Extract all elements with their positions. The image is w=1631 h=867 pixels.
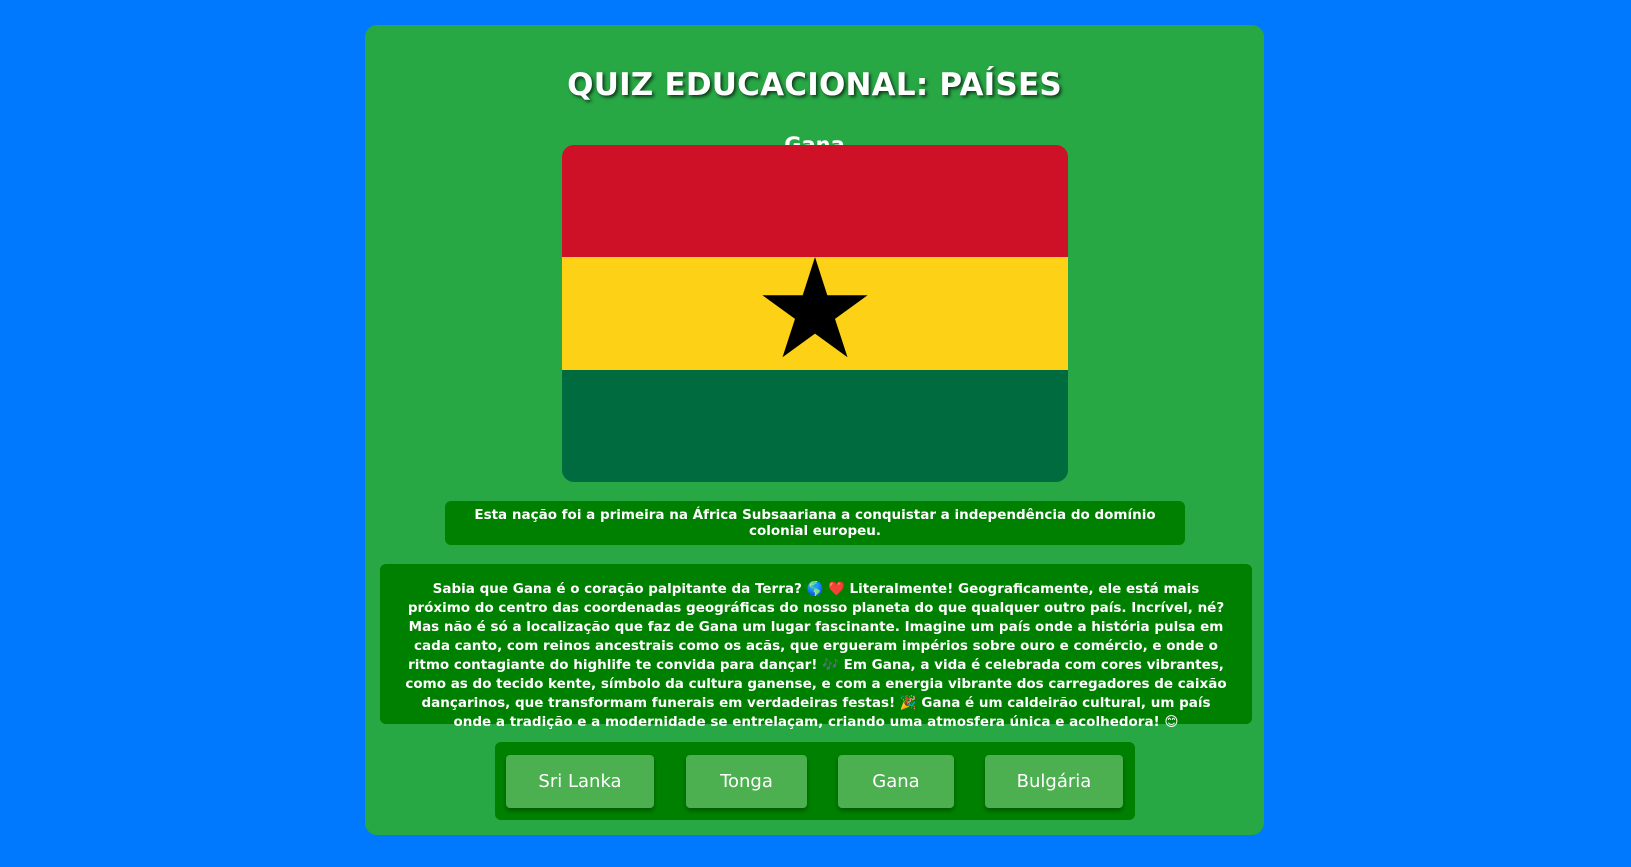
answer-options: Sri Lanka Tonga Gana Bulgária xyxy=(495,742,1135,820)
option-button-tonga[interactable]: Tonga xyxy=(686,755,807,808)
country-flag xyxy=(562,145,1068,482)
quiz-title: QUIZ EDUCACIONAL: PAÍSES xyxy=(567,67,1062,103)
option-button-sri-lanka[interactable]: Sri Lanka xyxy=(506,755,654,808)
hint-text: Esta nação foi a primeira na África Subs… xyxy=(474,507,1156,539)
fact-box: Sabia que Gana é o coração palpitante da… xyxy=(380,564,1252,730)
fact-text: Sabia que Gana é o coração palpitante da… xyxy=(405,581,1227,730)
hint-box: Esta nação foi a primeira na África Subs… xyxy=(445,501,1185,545)
star-icon xyxy=(762,257,868,358)
option-button-bulgaria[interactable]: Bulgária xyxy=(985,755,1123,808)
option-button-gana[interactable]: Gana xyxy=(838,755,954,808)
